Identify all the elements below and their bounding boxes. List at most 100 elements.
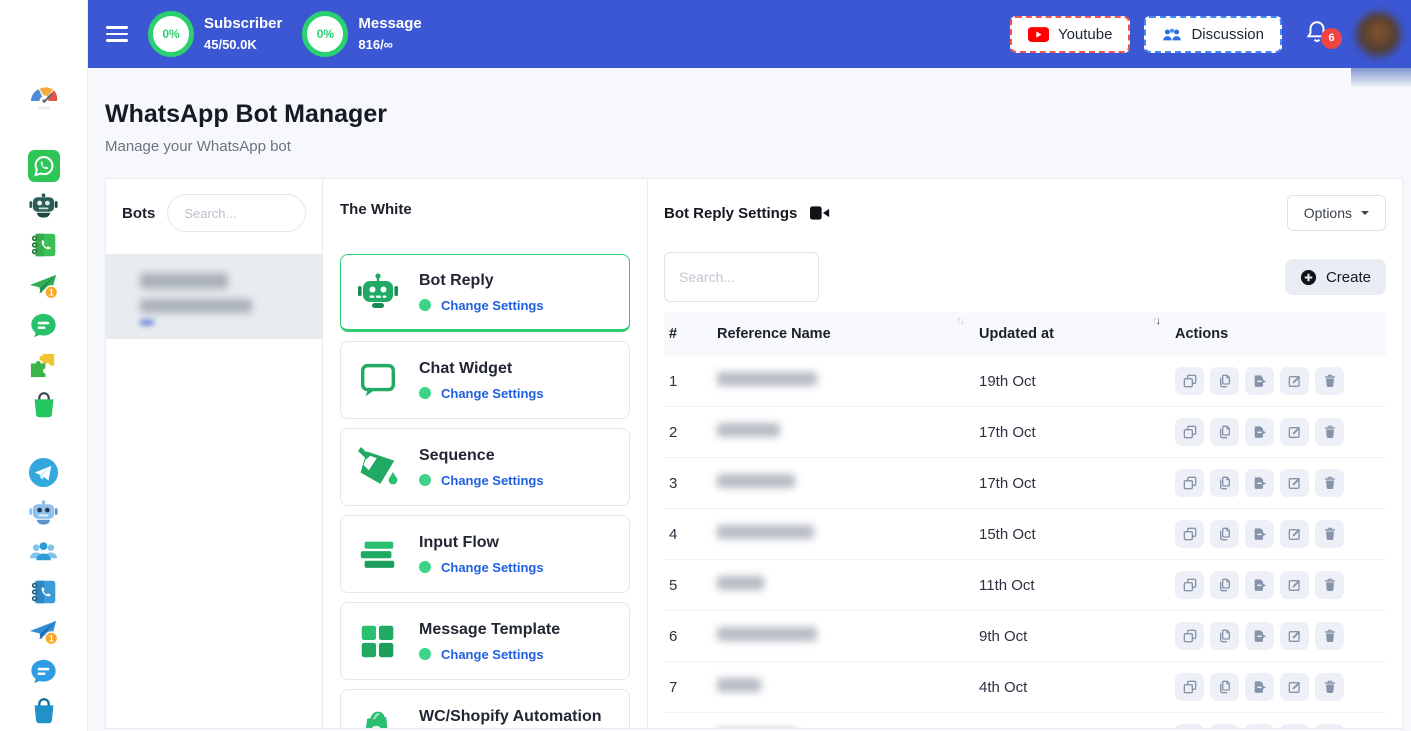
message-template-card[interactable]: Message Template Change Settings: [340, 602, 630, 680]
updated-at: 4th Oct: [979, 679, 1175, 696]
export-action-button[interactable]: [1245, 520, 1274, 548]
sidebar-item-telegram[interactable]: [26, 455, 62, 489]
duplicate-action-button[interactable]: [1210, 367, 1239, 395]
delete-action-button[interactable]: [1315, 520, 1344, 548]
sidebar-item-telegram-group[interactable]: [26, 535, 62, 569]
message-stat: 0% Message 816/∞: [302, 11, 421, 57]
delete-action-button[interactable]: [1315, 571, 1344, 599]
wc-shopify-automation-card[interactable]: S WC/Shopify Automation Change Settings: [340, 689, 630, 729]
copy-action-button[interactable]: [1175, 724, 1204, 729]
copy-action-button[interactable]: [1175, 571, 1204, 599]
duplicate-action-button[interactable]: [1210, 622, 1239, 650]
duplicate-action-button[interactable]: [1210, 673, 1239, 701]
copy-action-button[interactable]: [1175, 622, 1204, 650]
sidebar-item-whatsapp[interactable]: [26, 149, 62, 183]
whatsapp-icon: [28, 150, 60, 182]
sidebar-item-whatsapp-contacts[interactable]: [26, 229, 62, 263]
sidebar-item-telegram-broadcast[interactable]: 1: [26, 615, 62, 649]
export-action-button[interactable]: [1245, 571, 1274, 599]
discussion-button[interactable]: Discussion: [1144, 16, 1282, 53]
sidebar-item-telegram-contacts[interactable]: [26, 575, 62, 609]
chat-widget-card[interactable]: Chat Widget Change Settings: [340, 341, 630, 419]
youtube-button[interactable]: Youtube: [1010, 16, 1131, 53]
copy-action-button[interactable]: [1175, 520, 1204, 548]
delete-action-button[interactable]: [1315, 469, 1344, 497]
bot-phone-redacted: [140, 299, 252, 313]
updated-at: 17th Oct: [979, 475, 1175, 492]
copy-icon: [1182, 373, 1198, 389]
copy-action-button[interactable]: [1175, 418, 1204, 446]
export-action-button[interactable]: [1245, 673, 1274, 701]
sidebar-item-whatsapp-store[interactable]: [26, 388, 62, 422]
edit-action-button[interactable]: [1280, 367, 1309, 395]
copy-action-button[interactable]: [1175, 469, 1204, 497]
bot-reply-icon: [355, 269, 401, 315]
sidebar-item-telegram-store[interactable]: [26, 694, 62, 728]
sidebar-item-whatsapp-live-chat[interactable]: [26, 308, 62, 342]
delete-action-button[interactable]: [1315, 418, 1344, 446]
notification-badge: 6: [1321, 28, 1342, 49]
row-actions: [1175, 724, 1386, 729]
delete-action-button[interactable]: [1315, 724, 1344, 729]
bot-list-item-selected[interactable]: [106, 254, 322, 339]
create-button[interactable]: Create: [1285, 259, 1386, 295]
copy-action-button[interactable]: [1175, 673, 1204, 701]
avatar[interactable]: [1356, 12, 1401, 57]
bots-search-input[interactable]: [167, 194, 306, 232]
input-flow-card[interactable]: Input Flow Change Settings: [340, 515, 630, 593]
sidebar-item-telegram-live-chat[interactable]: [26, 654, 62, 688]
edit-icon: [1287, 577, 1303, 593]
sidebar-item-telegram-bot[interactable]: [26, 495, 62, 529]
menu-toggle-button[interactable]: [106, 22, 128, 46]
edit-action-button[interactable]: [1280, 571, 1309, 599]
sequence-card[interactable]: Sequence Change Settings: [340, 428, 630, 506]
duplicate-action-button[interactable]: [1210, 469, 1239, 497]
telegram-broadcast-icon: 1: [27, 615, 60, 648]
whatsapp-store-icon: [28, 389, 60, 421]
settings-search-input[interactable]: [664, 252, 819, 302]
edit-action-button[interactable]: [1280, 622, 1309, 650]
duplicate-action-button[interactable]: [1210, 724, 1239, 729]
selected-bot-title: The White: [340, 201, 630, 218]
sidebar-item-whatsapp-integrations[interactable]: [26, 348, 62, 382]
sidebar-item-dashboard[interactable]: [26, 81, 62, 115]
duplicate-action-button[interactable]: [1210, 520, 1239, 548]
export-action-button[interactable]: [1245, 469, 1274, 497]
sidebar-item-whatsapp-bot[interactable]: [26, 189, 62, 223]
whatsapp-integrations-icon: [27, 348, 60, 381]
youtube-label: Youtube: [1058, 26, 1113, 43]
bot-reply-card[interactable]: Bot Reply Change Settings: [340, 254, 630, 332]
edit-action-button[interactable]: [1280, 418, 1309, 446]
bots-panel: Bots: [106, 179, 323, 728]
edit-action-button[interactable]: [1280, 520, 1309, 548]
export-action-button[interactable]: [1245, 622, 1274, 650]
sidebar-item-whatsapp-broadcast[interactable]: 1: [26, 268, 62, 302]
delete-action-button[interactable]: [1315, 673, 1344, 701]
copy-action-button[interactable]: [1175, 367, 1204, 395]
change-settings-link[interactable]: Change Settings: [441, 473, 544, 488]
export-action-button[interactable]: [1245, 367, 1274, 395]
edit-action-button[interactable]: [1280, 724, 1309, 729]
duplicate-action-button[interactable]: [1210, 418, 1239, 446]
delete-action-button[interactable]: [1315, 622, 1344, 650]
duplicate-icon: [1217, 679, 1233, 695]
card-title: Bot Reply: [419, 272, 544, 290]
change-settings-link[interactable]: Change Settings: [441, 386, 544, 401]
edit-action-button[interactable]: [1280, 673, 1309, 701]
delete-action-button[interactable]: [1315, 367, 1344, 395]
row-actions: [1175, 520, 1386, 548]
duplicate-icon: [1217, 424, 1233, 440]
export-action-button[interactable]: [1245, 724, 1274, 729]
change-settings-link[interactable]: Change Settings: [441, 298, 544, 313]
sort-icon-active[interactable]: ↑↓: [1152, 315, 1159, 327]
change-settings-link[interactable]: Change Settings: [441, 560, 544, 575]
change-settings-link[interactable]: Change Settings: [441, 647, 544, 662]
video-tutorial-icon[interactable]: [810, 206, 830, 220]
card-title: Chat Widget: [419, 360, 544, 378]
sort-icon[interactable]: ↑↓: [956, 315, 963, 327]
edit-action-button[interactable]: [1280, 469, 1309, 497]
duplicate-action-button[interactable]: [1210, 571, 1239, 599]
options-button[interactable]: Options: [1287, 195, 1386, 231]
notifications-button[interactable]: 6: [1304, 18, 1330, 51]
export-action-button[interactable]: [1245, 418, 1274, 446]
